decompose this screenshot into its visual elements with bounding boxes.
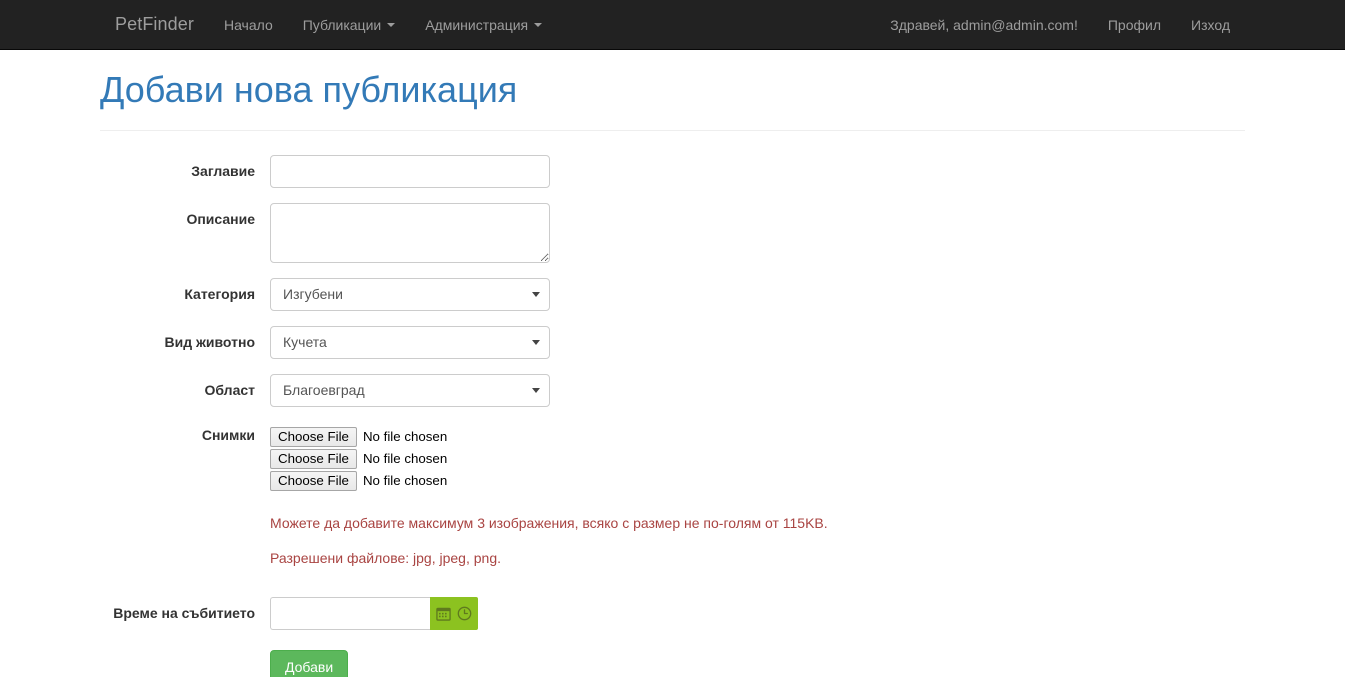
form-row-animal-type: Вид животно Кучета (100, 325, 1245, 359)
label-title: Заглавие (191, 162, 255, 179)
form-row-region: Област Благоевград (100, 373, 1245, 407)
form-row-event-time: Време на събитието (100, 596, 1245, 630)
datetime-picker-button[interactable] (430, 596, 478, 630)
category-select[interactable]: Изгубени (270, 277, 550, 311)
datetime-input-group (270, 596, 478, 630)
file-input-row-1[interactable]: Choose File No file chosen (270, 426, 828, 448)
field-title-wrapper (270, 154, 550, 188)
nav-link-publications[interactable]: Публикации (288, 0, 410, 49)
nav-link-logout[interactable]: Изход (1176, 0, 1245, 49)
file-status-3: No file chosen (362, 473, 448, 489)
submit-button[interactable]: Добави (270, 649, 349, 677)
chevron-down-icon (387, 22, 396, 27)
label-category: Категория (184, 285, 255, 302)
calendar-icon (436, 607, 451, 621)
navbar-brand[interactable]: PetFinder (100, 0, 209, 49)
clock-icon (457, 606, 472, 620)
nav-link-publications-label: Публикации (302, 16, 382, 33)
file-input-row-2[interactable]: Choose File No file chosen (270, 448, 828, 470)
file-input-row-3[interactable]: Choose File No file chosen (270, 470, 828, 492)
label-description: Описание (186, 210, 255, 227)
choose-file-button-1[interactable]: Choose File (270, 426, 357, 447)
field-region-wrapper: Благоевград (270, 373, 550, 407)
form-row-photos: Снимки Choose File No file chosen Choose… (100, 422, 1245, 569)
chevron-down-icon (534, 22, 543, 27)
field-category-wrapper: Изгубени (270, 277, 550, 311)
file-status-1: No file chosen (362, 429, 448, 445)
navbar-right-section: Здравей, admin@admin.com! Профил Изход (875, 0, 1345, 49)
field-event-time-wrapper (270, 596, 478, 630)
nav-link-home[interactable]: Начало (209, 0, 288, 49)
form-row-title: Заглавие (100, 154, 1245, 188)
label-region: Област (204, 381, 255, 398)
navbar: PetFinder Начало Публикации Администраци… (0, 0, 1345, 50)
page-title: Добави нова публикация (100, 69, 518, 110)
field-photos-wrapper: Choose File No file chosen Choose File N… (270, 422, 828, 569)
animal-type-select[interactable]: Кучета (270, 325, 550, 359)
field-description-wrapper (270, 202, 550, 263)
nav-link-administration-label: Администрация (425, 16, 529, 33)
file-status-2: No file chosen (362, 451, 448, 467)
form-row-submit: Добави (100, 645, 1245, 677)
file-input-list: Choose File No file chosen Choose File N… (270, 422, 828, 492)
description-textarea[interactable] (270, 202, 550, 263)
field-animal-type-wrapper: Кучета (270, 325, 550, 359)
submit-wrapper: Добави (270, 645, 349, 677)
nav-greeting-user[interactable]: Здравей, admin@admin.com! (875, 0, 1093, 49)
region-select[interactable]: Благоевград (270, 373, 550, 407)
photos-max-note: Можете да добавите максимум 3 изображени… (270, 514, 828, 531)
form-row-category: Категория Изгубени (100, 277, 1245, 311)
page-container: Добави нова публикация Заглавие Описание… (0, 50, 1345, 677)
label-photos: Снимки (201, 426, 255, 443)
navbar-left-section: PetFinder Начало Публикации Администраци… (0, 0, 557, 49)
label-event-time: Време на събитието (113, 604, 255, 621)
label-animal-type: Вид животно (164, 333, 255, 350)
event-time-input[interactable] (270, 596, 430, 630)
submit-spacer (100, 645, 270, 652)
form-row-description: Описание (100, 202, 1245, 263)
choose-file-button-3[interactable]: Choose File (270, 470, 357, 491)
nav-link-administration[interactable]: Администрация (410, 0, 557, 49)
title-input[interactable] (270, 154, 550, 188)
nav-link-profile[interactable]: Профил (1093, 0, 1176, 49)
nav-link-home-label: Начало (223, 16, 273, 33)
photos-types-note: Разрешени файлове: jpg, jpeg, png. (270, 549, 501, 566)
choose-file-button-2[interactable]: Choose File (270, 448, 357, 469)
publication-form: Заглавие Описание Категория Изгубени Вид… (100, 131, 1245, 677)
